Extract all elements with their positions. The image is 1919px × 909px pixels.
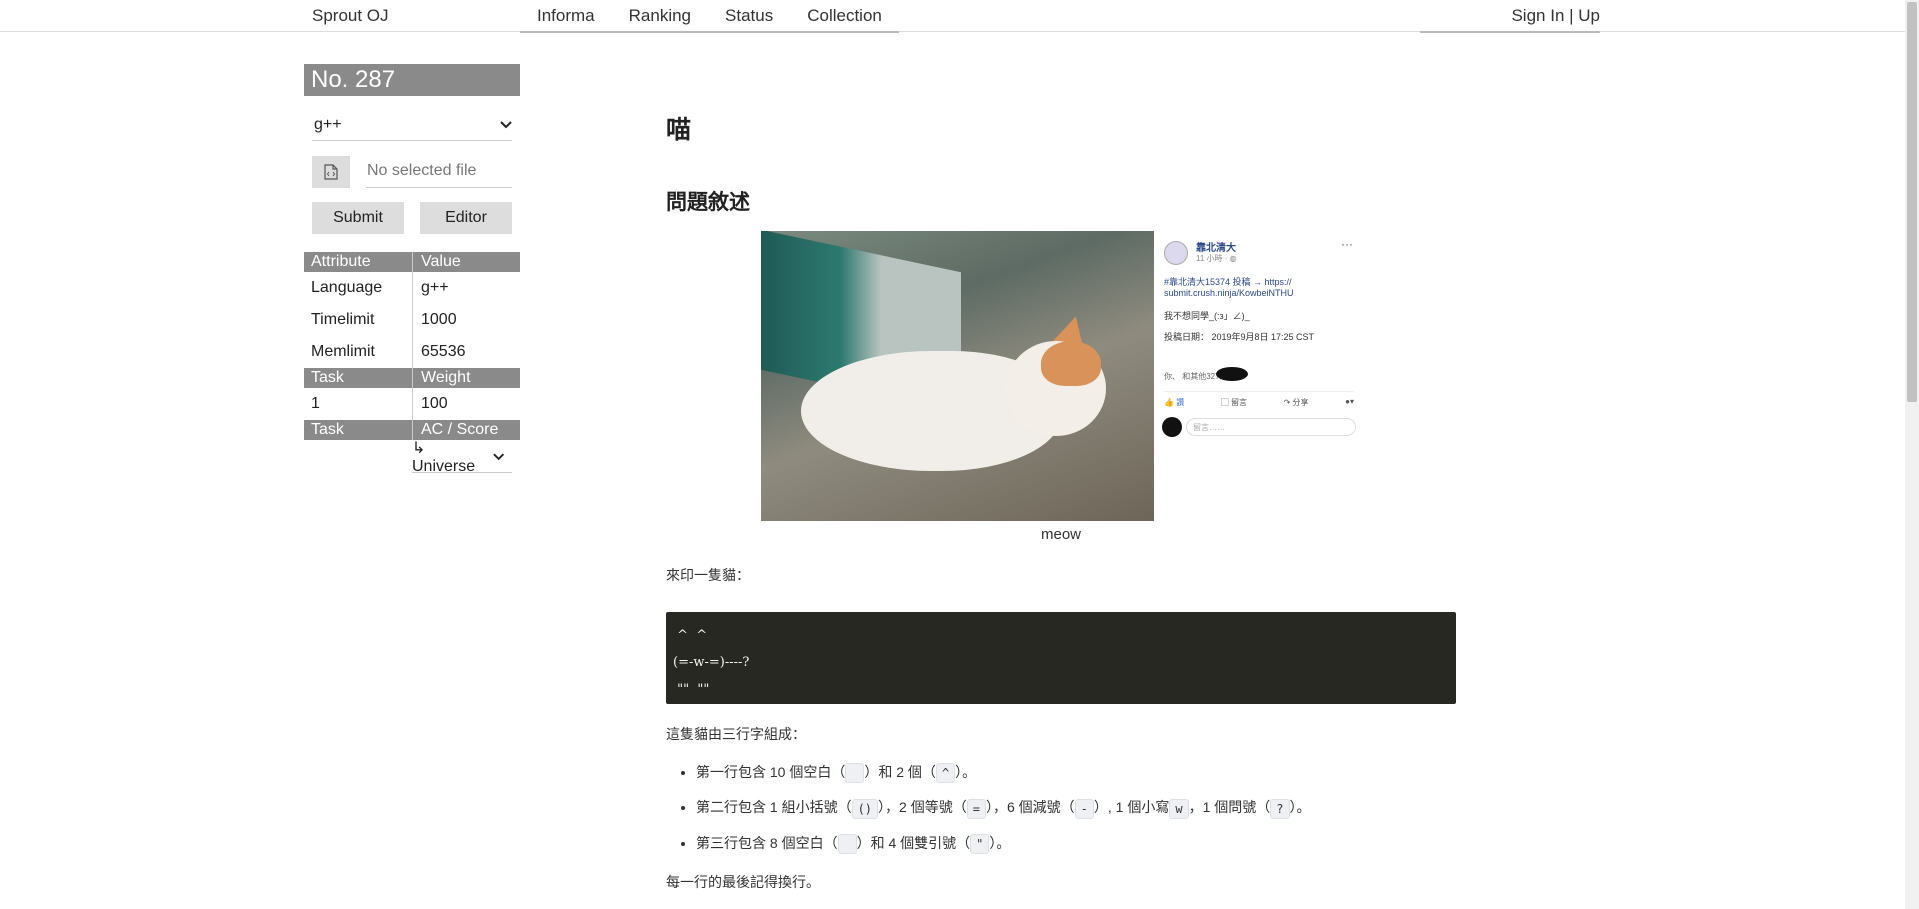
language-select[interactable]: g++ (312, 110, 512, 141)
nav-status[interactable]: Status (708, 0, 790, 31)
attribute-row-memlimit: Memlimit 65536 (304, 336, 520, 368)
attribute-table-header: Attribute Value (304, 252, 520, 272)
like-icon: 👍 讚 (1164, 398, 1185, 407)
brand-logo[interactable]: Sprout OJ (312, 6, 389, 26)
share-icon: ↷ 分享 (1283, 398, 1309, 407)
problem-number: No. 287 (304, 64, 520, 96)
problem-sidebar: No. 287 g++ No selected file Submit Edit… (304, 64, 520, 475)
task-table-header: Task Weight (304, 368, 520, 388)
signin-link[interactable]: Sign In | Up (1420, 0, 1600, 33)
more-icon: ··· (1341, 237, 1353, 251)
file-upload-button[interactable] (312, 155, 350, 188)
page-scrollbar[interactable] (1905, 0, 1919, 909)
file-input[interactable]: No selected file (366, 155, 512, 188)
list-item: 第一行包含 10 個空白（ ）和 2 個（^）。 (696, 762, 1456, 784)
problem-figure: 靠北清大 11 小時 · ◍ ··· #靠北清大15374 投稿 → https… (666, 231, 1456, 543)
file-code-icon (324, 163, 338, 180)
nav-ranking[interactable]: Ranking (612, 0, 708, 31)
attribute-row-language: Language g++ (304, 272, 520, 304)
editor-button[interactable]: Editor (420, 202, 512, 234)
main-nav: Informa Ranking Status Collection (520, 0, 899, 33)
task-row: 1 100 (304, 388, 520, 420)
section-title: 問題敘述 (666, 191, 750, 214)
facebook-post-screenshot: 靠北清大 11 小時 · ◍ ··· #靠北清大15374 投稿 → https… (1154, 231, 1361, 521)
list-item: 第三行包含 8 個空白（ ）和 4 個雙引號（"）。 (696, 833, 1456, 854)
code-block: ^ ^ (=-w-=)----? "" "" (666, 612, 1456, 704)
description-text: 這隻貓由三行字組成： (666, 726, 806, 742)
universe-select-value: ↳ Universe (412, 440, 476, 475)
score-table-header: Task AC / Score (304, 420, 520, 440)
scrollbar-thumb[interactable] (1907, 2, 1917, 402)
footer-text: 每一行的最後記得換行。 (666, 873, 820, 890)
comment-icon: ▢ 留言 (1220, 398, 1248, 407)
cat-photo (761, 231, 1154, 521)
attribute-row-timelimit: Timelimit 1000 (304, 304, 520, 336)
universe-select[interactable]: ↳ Universe (412, 440, 512, 475)
chevron-down-icon (500, 121, 512, 129)
submit-button[interactable]: Submit (312, 202, 404, 234)
list-item: 第二行包含 1 組小括號（()），2 個等號（=），6 個減號（-）, 1 個小… (696, 797, 1456, 819)
action-buttons: Submit Editor (312, 202, 512, 234)
figure-image: 靠北清大 11 小時 · ◍ ··· #靠北清大15374 投稿 → https… (761, 231, 1361, 521)
problem-title: 喵 (666, 116, 692, 144)
top-navbar: Sprout OJ Informa Ranking Status Collect… (0, 0, 1905, 33)
rules-list: 第一行包含 10 個空白（ ）和 2 個（^）。 第二行包含 1 組小括號（()… (666, 762, 1456, 854)
intro-text: 來印一隻貓： (666, 567, 750, 583)
nav-collection[interactable]: Collection (790, 0, 899, 31)
avatar (1164, 241, 1188, 265)
problem-content: 喵 問題敘述 靠北清大 11 小時 · ◍ ··· #靠北清大15374 投稿 … (666, 110, 1456, 892)
nav-informa[interactable]: Informa (520, 0, 612, 31)
file-upload-row: No selected file (312, 155, 512, 188)
language-select-value: g++ (314, 116, 342, 133)
chevron-down-icon (492, 453, 504, 461)
figure-caption: meow (1040, 526, 1081, 543)
